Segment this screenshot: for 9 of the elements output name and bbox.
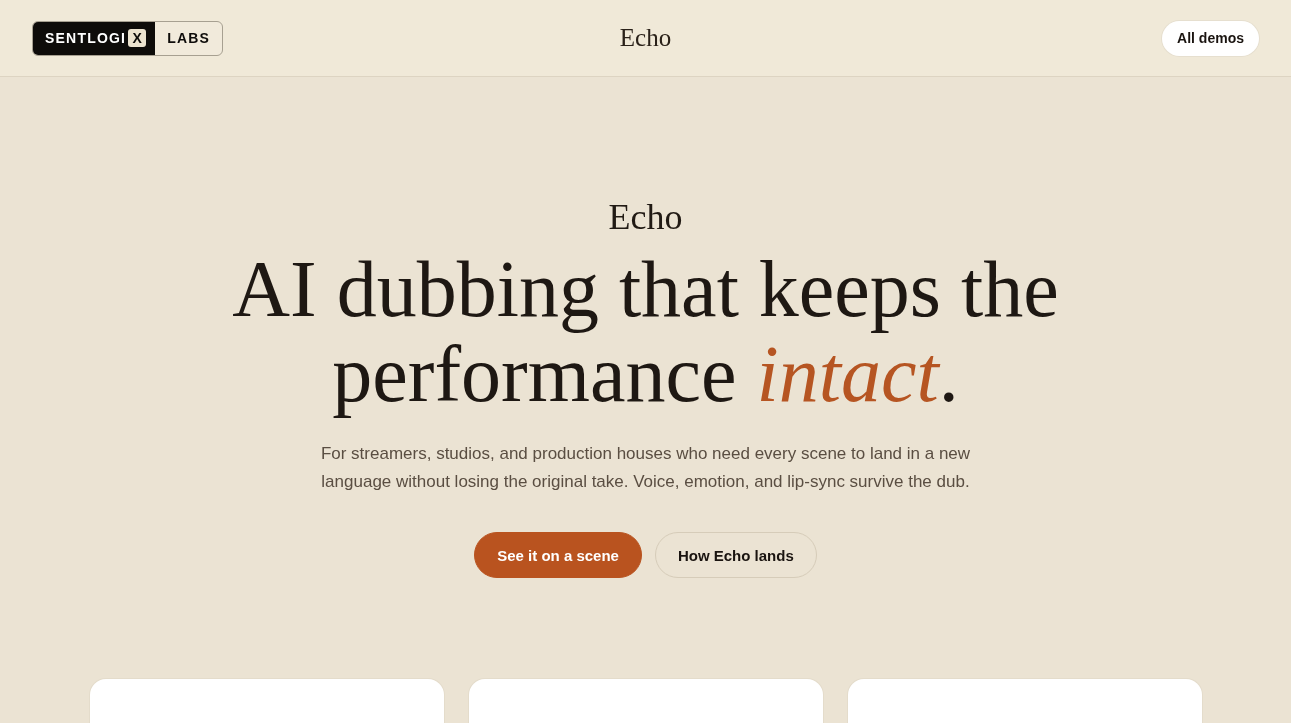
primary-button[interactable]: See it on a scene (474, 532, 642, 578)
logo-suffix: LABS (166, 29, 212, 48)
hero-heading: AI dubbing that keeps the performance intact. (231, 247, 1060, 417)
logo-mark: X (128, 29, 147, 47)
hero-description: For streamers, studios, and production houses who need every scene to land in a new language without losing the original take. Voice, emotion, and lip-sync survive the dub. (319, 443, 972, 493)
page-title: Echo (619, 24, 672, 52)
all-demos-button[interactable]: All demos (1162, 20, 1259, 56)
logo-wordmark: SENTLOGI (45, 30, 127, 46)
product-name: Echo (608, 196, 683, 239)
